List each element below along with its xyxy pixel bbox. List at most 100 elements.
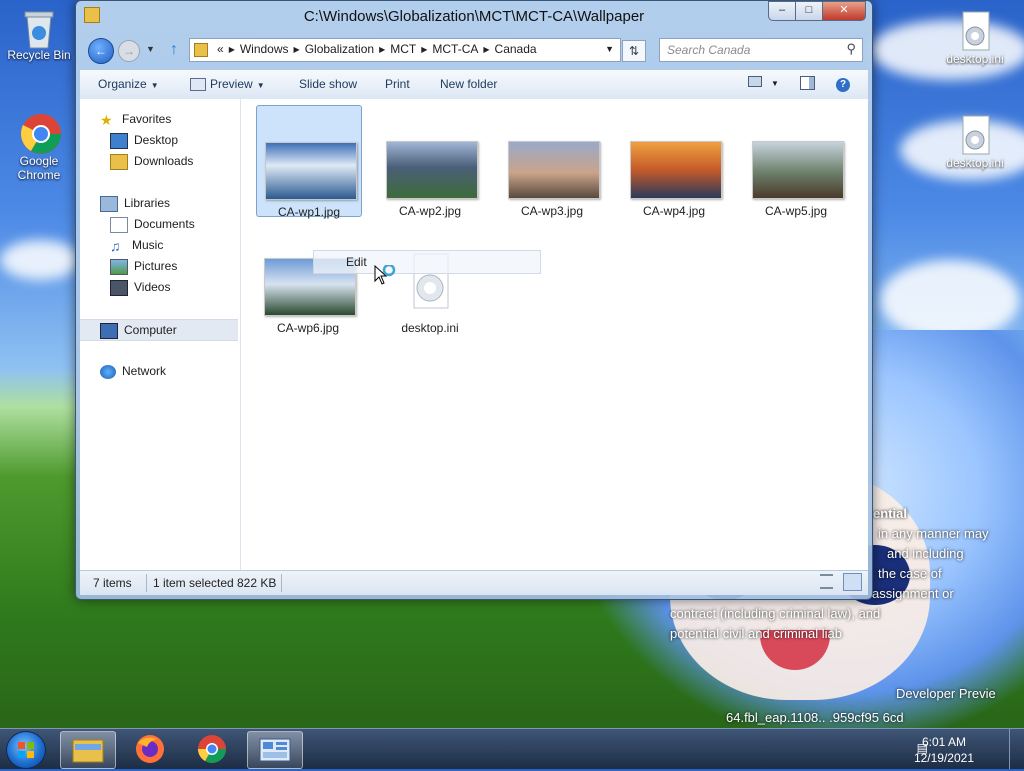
refresh-button[interactable]: ⇅	[622, 40, 646, 62]
slideshow-button[interactable]: Slide show	[299, 77, 357, 91]
taskbar-firefox[interactable]	[123, 731, 177, 767]
context-menu-edit[interactable]: Edit	[346, 255, 367, 269]
file-list: CA-wp1.jpg CA-wp2.jpg CA-wp3.jpg CA-wp4.…	[241, 99, 868, 571]
new-folder-button[interactable]: New folder	[440, 77, 497, 91]
breadcrumb-overflow[interactable]: «	[212, 42, 229, 56]
nav-libraries[interactable]: Libraries	[100, 193, 258, 213]
cloud	[880, 260, 1020, 340]
file-item-ca-wp1[interactable]: CA-wp1.jpg	[256, 105, 362, 219]
up-button[interactable]: ↑	[170, 41, 178, 59]
recent-pages-dropdown[interactable]: ▼	[146, 44, 155, 54]
thumbnail-image	[508, 141, 600, 199]
nav-label: Downloads	[134, 154, 194, 168]
help-icon[interactable]: ?	[834, 76, 852, 92]
file-name: CA-wp6.jpg	[276, 321, 340, 335]
large-icons-view-icon[interactable]	[843, 573, 862, 591]
taskbar-explorer[interactable]	[60, 731, 116, 769]
cloud	[0, 240, 80, 280]
file-name: CA-wp1.jpg	[277, 205, 341, 219]
file-item-ca-wp6[interactable]: CA-wp6.jpg	[256, 222, 360, 335]
status-divider	[146, 574, 147, 592]
thumbnail-image	[630, 141, 722, 199]
search-input[interactable]: Search Canada ⚲	[659, 38, 863, 62]
firefox-icon	[136, 735, 164, 763]
desktop-icon	[110, 132, 128, 149]
folder-icon	[194, 43, 208, 57]
nav-label: Videos	[134, 280, 171, 294]
nav-favorites[interactable]: ★ Favorites	[100, 109, 258, 129]
details-view-icon[interactable]	[820, 574, 833, 592]
nav-label: Documents	[134, 217, 195, 231]
search-placeholder: Search Canada	[667, 43, 751, 57]
file-name: CA-wp3.jpg	[520, 204, 584, 218]
context-menu: Edit	[313, 250, 541, 274]
desktop-icon-label: desktop.ini	[946, 156, 1004, 170]
desktop-icon-recycle-bin[interactable]: Recycle Bin	[2, 6, 76, 62]
chrome-icon	[19, 112, 61, 154]
desktop-icon-desktop-ini[interactable]: desktop.ini	[938, 10, 1012, 66]
maximize-button[interactable]: □	[795, 1, 823, 21]
window-title: C:\Windows\Globalization\MCT\MCT-CA\Wall…	[303, 8, 645, 25]
breadcrumb-mct[interactable]: MCT	[385, 42, 421, 56]
title-bar[interactable]: C:\Windows\Globalization\MCT\MCT-CA\Wall…	[76, 1, 872, 31]
back-button[interactable]: ←	[88, 38, 114, 64]
file-item-ca-wp3[interactable]: CA-wp3.jpg	[500, 105, 604, 218]
preview-button[interactable]: Preview ▼	[190, 77, 265, 92]
desktop-icon-chrome[interactable]: Google Chrome	[2, 112, 76, 182]
nav-label: Pictures	[134, 259, 178, 273]
breadcrumb-globalization[interactable]: Globalization	[300, 42, 379, 56]
watermark-line: and including	[887, 546, 964, 561]
nav-label: Libraries	[124, 196, 171, 210]
watermark-line: in any manner may	[878, 526, 989, 541]
file-item-ca-wp4[interactable]: CA-wp4.jpg	[622, 105, 726, 218]
desktop-icon-desktop-ini[interactable]: desktop.ini	[938, 114, 1012, 170]
address-bar[interactable]: « ▶ Windows ▶ Globalization ▶ MCT ▶ MCT-…	[189, 38, 621, 62]
breadcrumb-windows[interactable]: Windows	[235, 42, 294, 56]
address-history-dropdown[interactable]: ▼	[605, 44, 614, 54]
navigation-bar: ← → ▼ ↑ « ▶ Windows ▶ Globalization ▶ MC…	[76, 34, 872, 66]
watermark-line: contract (including criminal law), and	[670, 606, 881, 621]
star-icon: ★	[100, 111, 113, 128]
minimize-button[interactable]: –	[768, 1, 796, 21]
build-watermark: Developer Previe	[896, 686, 996, 701]
file-item-ca-wp2[interactable]: CA-wp2.jpg	[378, 105, 482, 218]
control-panel-icon	[259, 738, 291, 762]
status-divider	[281, 574, 282, 592]
music-icon: ♫	[110, 237, 121, 254]
nav-network[interactable]: Network	[100, 361, 258, 381]
breadcrumb-canada[interactable]: Canada	[490, 42, 542, 56]
breadcrumb-mct-ca[interactable]: MCT-CA	[427, 42, 483, 56]
mouse-cursor-icon	[374, 263, 396, 290]
file-item-ca-wp5[interactable]: CA-wp5.jpg	[744, 105, 848, 218]
pictures-icon	[110, 258, 128, 275]
desktop-icon-label: desktop.ini	[946, 52, 1004, 66]
thumbnail-image	[386, 141, 478, 199]
organize-label: Organize	[98, 77, 147, 91]
nav-label: Desktop	[134, 133, 179, 147]
taskbar-chrome[interactable]	[185, 731, 239, 767]
taskbar-control-panel[interactable]	[247, 731, 303, 769]
organize-button[interactable]: Organize ▼	[98, 77, 159, 91]
nav-computer[interactable]: Computer	[80, 319, 238, 341]
window-controls: – □ ✕	[768, 1, 866, 21]
libraries-icon	[100, 195, 118, 212]
show-desktop-button[interactable]	[1009, 729, 1024, 769]
view-options-dropdown[interactable]: ▼	[766, 76, 784, 92]
preview-label: Preview	[210, 77, 253, 91]
clock[interactable]: 6:01 AM 12/19/2021	[914, 734, 974, 766]
build-watermark: 64.fbl_eap.1108.. .959cf95 6cd	[726, 710, 904, 725]
preview-pane-icon[interactable]	[798, 76, 816, 92]
watermark-line: assignment or	[872, 586, 954, 601]
close-button[interactable]: ✕	[822, 1, 866, 21]
desktop-icon-label: Recycle Bin	[7, 48, 71, 62]
thumbnail-image	[752, 141, 844, 199]
forward-button[interactable]: →	[118, 40, 140, 62]
command-bar: Organize ▼ Preview ▼ Slide show Print New …	[80, 69, 868, 101]
search-icon[interactable]: ⚲	[846, 41, 856, 57]
print-button[interactable]: Print	[385, 77, 410, 91]
computer-icon	[100, 322, 118, 339]
change-view-icon[interactable]	[746, 76, 764, 92]
status-bar: 7 items 1 item selected 822 KB	[80, 570, 868, 595]
start-button[interactable]	[6, 731, 46, 769]
chevron-down-icon: ▼	[150, 81, 159, 90]
